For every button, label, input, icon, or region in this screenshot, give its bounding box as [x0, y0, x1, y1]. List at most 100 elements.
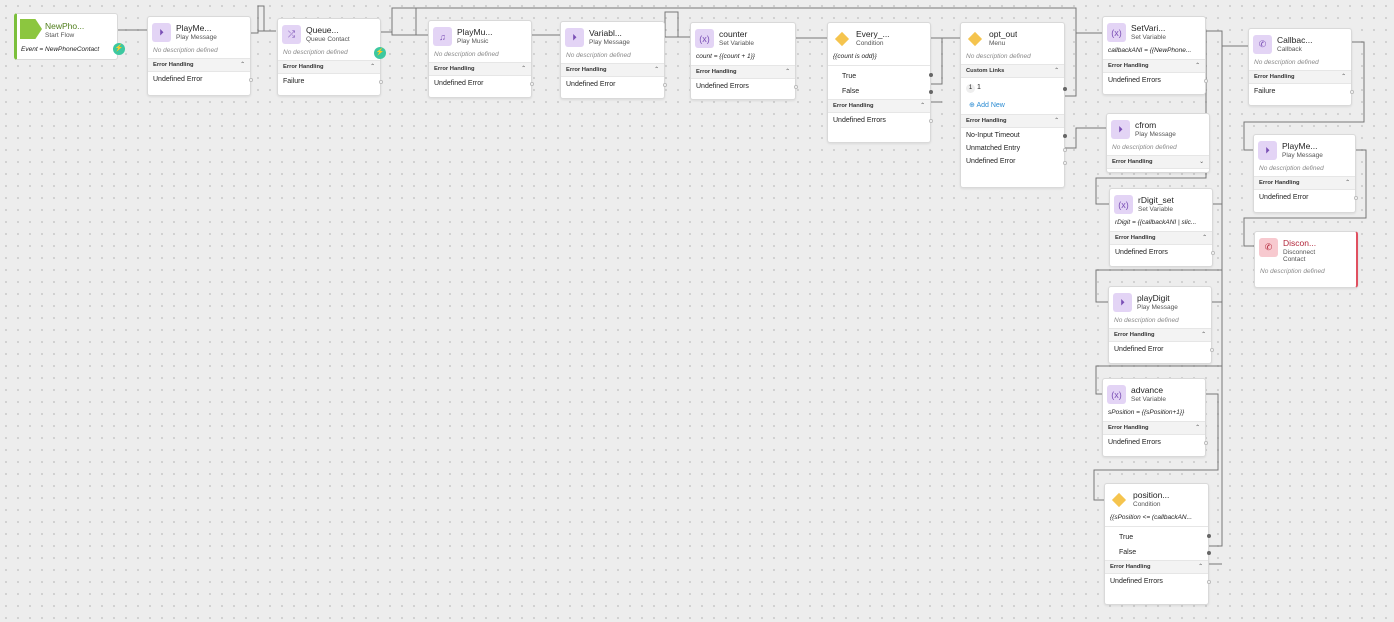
error-handling-header[interactable]: Error Handling ⌄: [1107, 155, 1209, 169]
error-handling-header[interactable]: Error Handling ⌃: [1110, 231, 1212, 245]
chevron-up-icon[interactable]: ⌃: [1345, 180, 1350, 186]
exit-unmatched-entry[interactable]: Unmatched Entry: [961, 143, 1067, 156]
custom-link-1[interactable]: 1 1: [961, 78, 1067, 99]
exit-port[interactable]: [1204, 440, 1208, 445]
exit-undefined-errors[interactable]: Undefined Errors: [1103, 73, 1208, 88]
chevron-up-icon[interactable]: ⌃: [1202, 235, 1207, 241]
queue-contact-node[interactable]: ⤮ Queue... Queue Contact No description d…: [277, 18, 386, 96]
variable-play-message-node[interactable]: ⏵ Variabl... Play Message No description …: [560, 21, 667, 99]
exit-port[interactable]: [249, 77, 253, 82]
exit-port[interactable]: [663, 82, 667, 87]
exit-port[interactable]: [1350, 89, 1354, 94]
error-handling-header[interactable]: Error Handling ⌃: [561, 63, 664, 77]
chevron-up-icon[interactable]: ⌃: [920, 103, 925, 109]
callback-node[interactable]: ✆ Callbac... Callback No description defi…: [1248, 28, 1354, 106]
error-handling-header[interactable]: Error Handling ⌃: [828, 99, 930, 113]
exit-false[interactable]: False: [828, 84, 933, 99]
exit-undefined-error[interactable]: Undefined Error: [429, 76, 534, 91]
exit-undefined-error[interactable]: Undefined Error: [1109, 342, 1214, 357]
exit-undefined-errors[interactable]: Undefined Errors: [691, 79, 798, 94]
exit-port[interactable]: [929, 89, 933, 94]
advance-set-variable-node[interactable]: (x) advance Set Variable sPosition = {{sP…: [1102, 378, 1208, 457]
exit-true[interactable]: True: [1105, 527, 1211, 545]
exit-failure[interactable]: Failure: [1249, 84, 1354, 99]
exit-undefined-errors[interactable]: Undefined Errors: [1110, 245, 1215, 260]
exit-port[interactable]: [1207, 550, 1211, 555]
opt-out-menu-node[interactable]: opt_out Menu No description defined Custo…: [960, 22, 1067, 188]
position-condition-node[interactable]: position... Condition {{sPosition <= (cal…: [1104, 483, 1211, 605]
chevron-up-icon[interactable]: ⌃: [1198, 564, 1203, 570]
exit-undefined-errors[interactable]: Undefined Errors: [1105, 574, 1211, 589]
add-new-link-button[interactable]: ⊕ Add New: [961, 99, 1064, 114]
exit-port[interactable]: [1063, 160, 1067, 165]
exit-undefined-error[interactable]: Undefined Error: [961, 156, 1067, 169]
chevron-up-icon[interactable]: ⌃: [1201, 332, 1206, 338]
bolt-icon[interactable]: ⚡: [113, 43, 125, 55]
every-condition-node[interactable]: Every_... Condition {{count is odd}} True…: [827, 22, 933, 143]
play-music-node[interactable]: ♫ PlayMu... Play Music No description def…: [428, 20, 534, 98]
node-type: Play Message: [589, 39, 630, 46]
exit-true[interactable]: True: [828, 66, 933, 84]
play-message-node-2[interactable]: ⏵ PlayMe... Play Message No description d…: [1253, 134, 1358, 213]
chevron-up-icon[interactable]: ⌃: [1054, 118, 1059, 124]
exit-port[interactable]: [1211, 250, 1215, 255]
exit-port[interactable]: [1063, 86, 1067, 91]
error-handling-header[interactable]: Error Handling ⌃: [429, 62, 531, 76]
section-label: Error Handling: [833, 103, 874, 109]
error-handling-header[interactable]: Error Handling ⌃: [1103, 59, 1205, 73]
chevron-up-icon[interactable]: ⌃: [1341, 74, 1346, 80]
exit-label: Undefined Errors: [1108, 77, 1161, 84]
exit-port[interactable]: [929, 118, 933, 123]
exit-port[interactable]: [530, 81, 534, 86]
chevron-up-icon[interactable]: ⌃: [1054, 68, 1059, 74]
chevron-up-icon[interactable]: ⌃: [240, 62, 245, 68]
error-handling-header[interactable]: Error Handling ⌃: [148, 58, 250, 72]
custom-links-header[interactable]: Custom Links ⌃: [961, 64, 1064, 78]
exit-undefined-error[interactable]: Undefined Error: [1254, 190, 1358, 205]
node-type: Set Variable: [1131, 396, 1166, 403]
exit-undefined-error[interactable]: Undefined Error: [148, 72, 253, 87]
exit-undefined-errors[interactable]: Undefined Errors: [828, 113, 933, 128]
error-handling-header[interactable]: Error Handling ⌃: [691, 65, 795, 79]
chevron-up-icon[interactable]: ⌃: [1195, 63, 1200, 69]
error-handling-header[interactable]: Error Handling ⌃: [961, 114, 1064, 128]
exit-no-input-timeout[interactable]: No-Input Timeout: [961, 128, 1067, 143]
exit-false[interactable]: False: [1105, 545, 1211, 560]
exit-port[interactable]: [1210, 347, 1214, 352]
error-handling-header[interactable]: Error Handling ⌃: [1105, 560, 1208, 574]
node-type: Play Message: [1135, 131, 1176, 138]
exit-undefined-error[interactable]: Undefined Error: [561, 77, 667, 92]
bolt-icon[interactable]: ⚡: [374, 47, 386, 59]
exit-port[interactable]: [1207, 534, 1211, 538]
set-variable-node[interactable]: (x) SetVari... Set Variable callbackANI =…: [1102, 16, 1208, 95]
error-handling-header[interactable]: Error Handling ⌃: [1109, 328, 1211, 342]
error-handling-header[interactable]: Error Handling ⌃: [278, 60, 380, 74]
exit-port[interactable]: [794, 84, 798, 89]
error-handling-header[interactable]: Error Handling ⌃: [1254, 176, 1355, 190]
exit-port[interactable]: [1207, 579, 1211, 584]
chevron-up-icon[interactable]: ⌃: [521, 66, 526, 72]
exit-port[interactable]: [1354, 195, 1358, 200]
rdigit-set-variable-node[interactable]: (x) rDigit_set Set Variable rDigit = {{ca…: [1109, 188, 1215, 267]
start-flow-node[interactable]: NewPho... Start Flow Event = NewPhoneCon…: [14, 13, 125, 60]
exit-failure[interactable]: Failure: [278, 74, 383, 89]
chevron-up-icon[interactable]: ⌃: [1195, 425, 1200, 431]
exit-undefined-errors[interactable]: Undefined Errors: [1103, 435, 1208, 450]
error-handling-header[interactable]: Error Handling ⌃: [1103, 421, 1205, 435]
counter-set-variable-node[interactable]: (x) counter Set Variable count = {{count …: [690, 22, 798, 100]
exit-port[interactable]: [1063, 147, 1067, 152]
chevron-up-icon[interactable]: ⌃: [370, 64, 375, 70]
chevron-up-icon[interactable]: ⌃: [785, 69, 790, 75]
node-type: Queue Contact: [306, 36, 350, 43]
exit-port[interactable]: [1063, 133, 1067, 138]
exit-port[interactable]: [929, 73, 933, 77]
exit-port[interactable]: [1204, 78, 1208, 83]
exit-port[interactable]: [379, 79, 383, 84]
play-digit-node[interactable]: ⏵ playDigit Play Message No description d…: [1108, 286, 1214, 364]
chevron-up-icon[interactable]: ⌃: [654, 67, 659, 73]
chevron-down-icon[interactable]: ⌄: [1199, 159, 1204, 165]
cfrom-play-message-node[interactable]: ⏵ cfrom Play Message No description defin…: [1106, 113, 1210, 173]
play-message-node[interactable]: ⏵ PlayMe... Play Message No description d…: [147, 16, 253, 96]
disconnect-contact-node[interactable]: ✆ Discon... Disconnect Contact No descrip…: [1254, 231, 1358, 288]
error-handling-header[interactable]: Error Handling ⌃: [1249, 70, 1351, 84]
